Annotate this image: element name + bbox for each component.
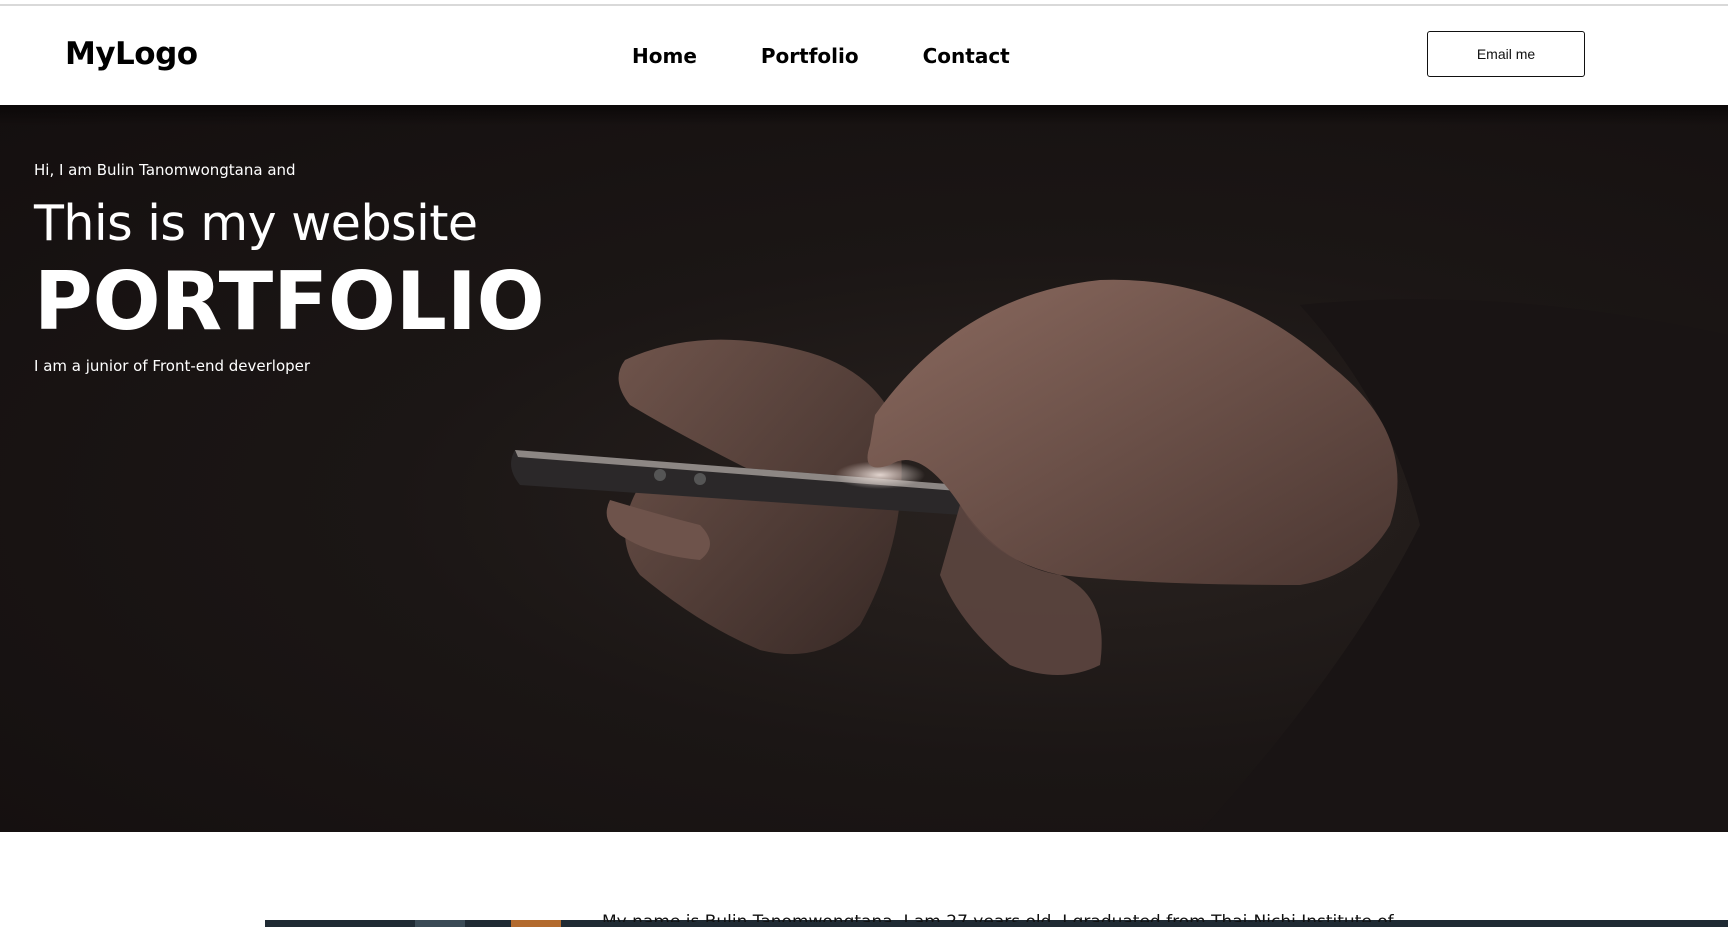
- hero-top-shadow: [0, 105, 1728, 125]
- nav-home-link[interactable]: Home: [632, 44, 697, 68]
- hero-role-text: I am a junior of Front-end deverloper: [34, 357, 311, 375]
- site-header: MyLogo Home Portfolio Contact Email me: [0, 6, 1728, 105]
- about-image-chip: [511, 920, 561, 927]
- hero-section: Hi, I am Bulin Tanomwongtana and This is…: [0, 105, 1728, 832]
- site-logo[interactable]: MyLogo: [65, 36, 198, 72]
- nav-contact-link[interactable]: Contact: [923, 44, 1010, 68]
- hero-headline: This is my website: [34, 195, 478, 252]
- main-nav: Home Portfolio Contact: [632, 44, 1010, 68]
- about-paragraph-line: My name is Bulin Tanomwongtana. I am 27 …: [602, 912, 1394, 922]
- email-me-button[interactable]: Email me: [1427, 31, 1585, 77]
- about-image-chip: [415, 920, 465, 927]
- about-paragraph: My name is Bulin Tanomwongtana. I am 27 …: [602, 910, 1394, 922]
- hero-intro-text: Hi, I am Bulin Tanomwongtana and: [34, 161, 296, 179]
- nav-portfolio-link[interactable]: Portfolio: [761, 44, 859, 68]
- hero-portfolio-title: PORTFOLIO: [34, 255, 545, 348]
